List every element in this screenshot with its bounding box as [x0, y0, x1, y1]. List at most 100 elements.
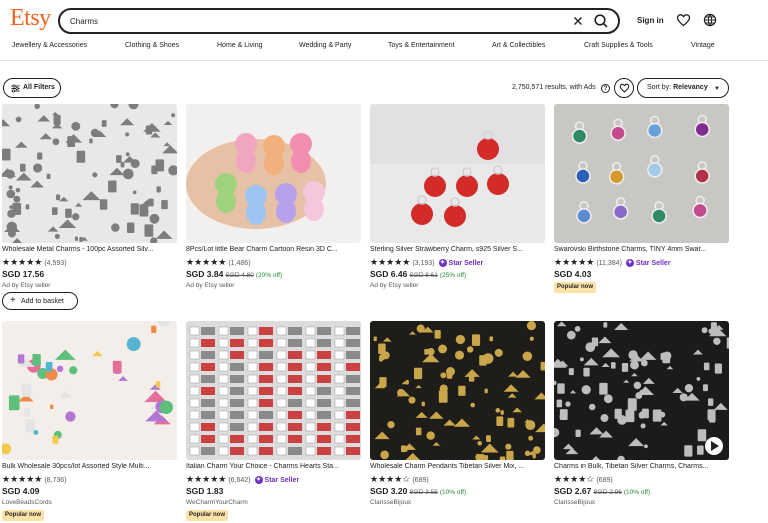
review-count: (1,486)	[228, 260, 251, 267]
product-image-frame[interactable]	[554, 321, 729, 460]
review-count: (689)	[412, 477, 429, 484]
site-header: Etsy Sign in	[0, 0, 768, 40]
product-price: SGD 1.83	[186, 486, 223, 496]
star-seller-badge: ✦ Star Seller	[625, 259, 671, 268]
product-price: SGD 4.03	[554, 269, 591, 279]
all-filters-button[interactable]: All Filters	[3, 78, 61, 98]
review-count: (6,642)	[228, 477, 251, 484]
product-image[interactable]	[2, 321, 177, 460]
star-seller-label: Star Seller	[264, 477, 300, 484]
review-count: (689)	[596, 477, 613, 484]
product-price: SGD 4.09	[2, 486, 39, 496]
product-image-frame[interactable]	[2, 104, 177, 243]
star-seller-label: Star Seller	[635, 260, 671, 267]
current-price: SGD 17.56	[2, 269, 45, 279]
search-bar[interactable]	[58, 8, 620, 34]
product-price: SGD 17.56	[2, 269, 44, 279]
product-title[interactable]: Italian Charm Your Choice - Charms Heart…	[186, 463, 361, 470]
review-count: (8,736)	[44, 477, 67, 484]
product-image[interactable]	[554, 104, 729, 243]
product-image[interactable]	[186, 321, 361, 460]
product-rating: ★★★★☆ (689)	[554, 474, 613, 484]
product-image-frame[interactable]	[554, 104, 729, 243]
sort-value: Relevancy	[673, 84, 708, 91]
product-image-frame[interactable]	[186, 321, 361, 460]
original-price: SGD 4.80	[225, 272, 254, 279]
current-price: SGD 1.83	[186, 486, 224, 496]
product-image-frame[interactable]	[186, 104, 361, 243]
popular-now-badge: Popular now	[2, 510, 44, 521]
popular-now-badge: Popular now	[554, 282, 596, 293]
product-title[interactable]: Sterling Silver Strawberry Charm, s925 S…	[370, 246, 545, 253]
plus-icon: +	[10, 295, 16, 306]
current-price: SGD 6.46	[370, 269, 408, 279]
category-vintage[interactable]: Vintage	[691, 42, 715, 49]
add-to-basket-button[interactable]: + Add to basket	[2, 292, 78, 310]
product-title[interactable]: Wholesale Metal Charms - 100pc Assorted …	[2, 246, 177, 253]
product-image[interactable]	[186, 104, 361, 243]
seller-name[interactable]: ClarisseBijoux	[554, 499, 595, 506]
etsy-logo[interactable]: Etsy	[10, 5, 51, 32]
category-toys[interactable]: Toys & Entertainment	[388, 42, 455, 49]
product-rating: ★★★★★ (6,642) ✦ Star Seller	[186, 474, 300, 485]
category-jewellery[interactable]: Jewellery & Accessories	[12, 42, 87, 49]
seller-name[interactable]: Ad by Etsy seller	[2, 282, 50, 289]
current-price: SGD 3.84	[186, 269, 224, 279]
category-home[interactable]: Home & Living	[217, 42, 263, 49]
product-rating: ★★★★★ (3,193) ✦ Star Seller	[370, 257, 483, 268]
rating-stars-icon: ★★★★★	[370, 257, 411, 267]
product-title[interactable]: Charms in Bulk, Tibetan Silver Charms, C…	[554, 463, 729, 470]
category-art[interactable]: Art & Collectibles	[492, 42, 545, 49]
save-search-button[interactable]	[614, 78, 634, 98]
product-rating: ★★★★★ (1,486)	[186, 257, 251, 267]
product-title[interactable]: Wholesale Charm Pendants Tibetan Silver …	[370, 463, 545, 470]
search-input[interactable]	[70, 14, 550, 29]
sign-in-link[interactable]: Sign in	[637, 16, 664, 25]
play-video-icon[interactable]	[705, 437, 723, 455]
product-image[interactable]	[370, 104, 545, 243]
product-image-frame[interactable]	[370, 321, 545, 460]
favorites-icon[interactable]	[676, 13, 691, 27]
review-count: (3,193)	[412, 260, 435, 267]
product-price: SGD 6.46 SGD 8.61 (25% off)	[370, 269, 466, 279]
category-craft[interactable]: Craft Supplies & Tools	[584, 42, 653, 49]
review-count: (11,384)	[596, 260, 622, 267]
header-divider	[0, 60, 768, 61]
shop-icon[interactable]	[703, 13, 717, 27]
sort-text: Sort by: Relevancy	[647, 84, 708, 91]
star-seller-icon: ✦	[625, 259, 634, 268]
help-icon[interactable]: ?	[601, 84, 610, 93]
product-rating: ★★★★★ (4,593)	[2, 257, 67, 267]
current-price: SGD 4.09	[2, 486, 40, 496]
rating-stars-icon: ★★★★★	[554, 257, 595, 267]
heart-icon	[619, 83, 630, 93]
seller-name[interactable]: Ad by Etsy seller	[186, 282, 234, 289]
product-image-frame[interactable]	[2, 321, 177, 460]
category-clothing[interactable]: Clothing & Shoes	[125, 42, 179, 49]
seller-name[interactable]: Ad by Etsy seller	[370, 282, 418, 289]
product-rating: ★★★★★ (11,384) ✦ Star Seller	[554, 257, 671, 268]
clear-icon[interactable]	[570, 13, 586, 29]
product-image[interactable]	[554, 321, 729, 460]
product-title[interactable]: 8Pcs/Lot little Bear Charm Cartoon Resin…	[186, 246, 361, 253]
product-title[interactable]: Swarovski Birthstone Charms, TINY 4mm Sw…	[554, 246, 729, 253]
search-icon[interactable]	[591, 12, 611, 30]
product-image[interactable]	[370, 321, 545, 460]
category-wedding[interactable]: Wedding & Party	[299, 42, 351, 49]
discount-label: (25% off)	[439, 272, 467, 279]
rating-stars-icon: ★★★★☆	[554, 474, 595, 484]
popular-now-badge: Popular now	[186, 510, 228, 521]
product-price: SGD 2.67 SGD 2.96 (10% off)	[554, 486, 650, 496]
seller-name[interactable]: LoveBeadsCords	[2, 499, 52, 506]
star-seller-icon: ✦	[438, 259, 447, 268]
star-seller-badge: ✦ Star Seller	[254, 476, 300, 485]
review-count: (4,593)	[44, 260, 67, 267]
product-title[interactable]: Bulk Wholesale 30pcs/lot Assorted Style …	[2, 463, 177, 470]
seller-name[interactable]: WeCharmYourCharm	[186, 499, 248, 506]
seller-name[interactable]: ClarisseBijoux	[370, 499, 411, 506]
all-filters-label: All Filters	[23, 84, 55, 91]
product-rating: ★★★★★ (8,736)	[2, 474, 67, 484]
product-image[interactable]	[2, 104, 177, 243]
sort-dropdown[interactable]: Sort by: Relevancy ▼	[637, 78, 729, 98]
product-image-frame[interactable]	[370, 104, 545, 243]
